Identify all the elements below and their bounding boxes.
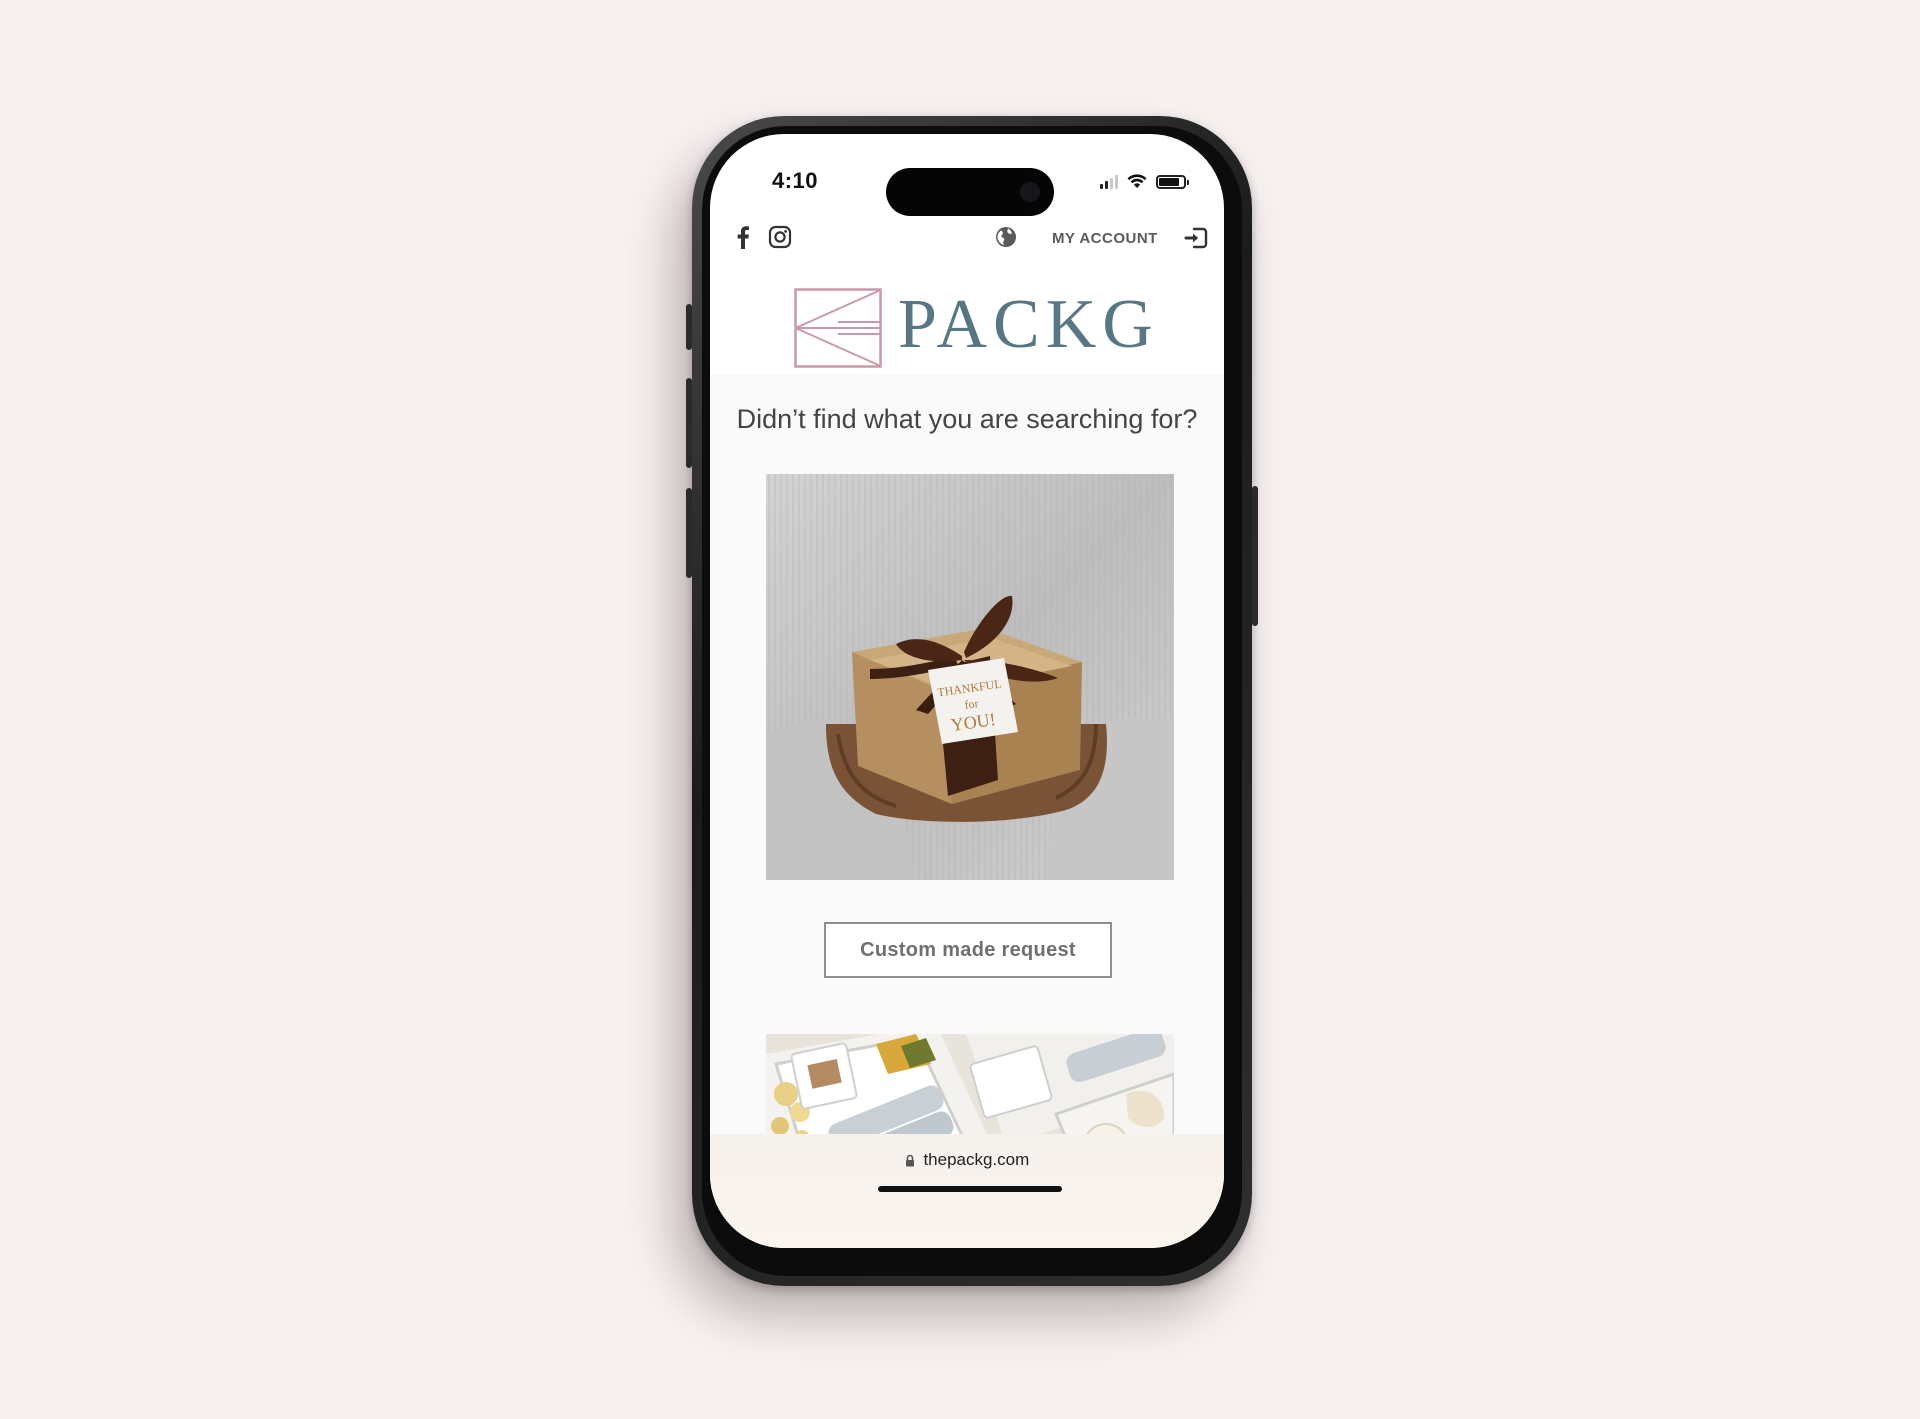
phone-screen: 4:10 MY ACCOUNT PACKG Didn’t find what y… [710, 134, 1224, 1248]
browser-address-bar[interactable]: thepackg.com [710, 1134, 1224, 1248]
brand-name[interactable]: PACKG [898, 290, 1159, 360]
packg-logo-mark[interactable] [794, 288, 882, 368]
lock-icon [905, 1154, 914, 1167]
dynamic-island [886, 168, 1054, 216]
url-display[interactable]: thepackg.com [710, 1150, 1224, 1170]
url-text: thepackg.com [923, 1150, 1030, 1169]
status-icons [1100, 174, 1189, 189]
globe-icon[interactable] [994, 225, 1018, 249]
volume-up-button [686, 378, 692, 468]
status-time: 4:10 [772, 168, 819, 193]
action-button [686, 304, 692, 350]
home-indicator[interactable] [878, 1186, 1062, 1192]
facebook-icon[interactable] [736, 225, 750, 249]
gift-box-photo: THANKFUL for YOU! [766, 474, 1174, 880]
battery-icon [1156, 174, 1189, 189]
gift-box-illustration: THANKFUL for YOU! [766, 474, 1174, 880]
power-button [1252, 486, 1258, 626]
top-nav: MY ACCOUNT [710, 214, 1224, 262]
front-camera [1020, 182, 1040, 202]
cellular-signal-icon [1100, 174, 1118, 189]
site-header: PACKG [710, 272, 1224, 372]
page-heading: Didn’t find what you are searching for? [736, 404, 1198, 434]
my-account-link[interactable]: MY ACCOUNT [1052, 230, 1158, 247]
gift-tag-line2: for [964, 696, 980, 712]
main-content: Didn’t find what you are searching for? [710, 374, 1224, 1248]
wifi-icon [1127, 174, 1147, 188]
instagram-icon[interactable] [768, 225, 792, 249]
login-icon[interactable] [1184, 227, 1208, 249]
volume-down-button [686, 488, 692, 578]
phone-frame: 4:10 MY ACCOUNT PACKG Didn’t find what y… [686, 116, 1258, 1286]
status-bar: 4:10 [710, 134, 1224, 216]
custom-made-request-button[interactable]: Custom made request [824, 922, 1112, 978]
